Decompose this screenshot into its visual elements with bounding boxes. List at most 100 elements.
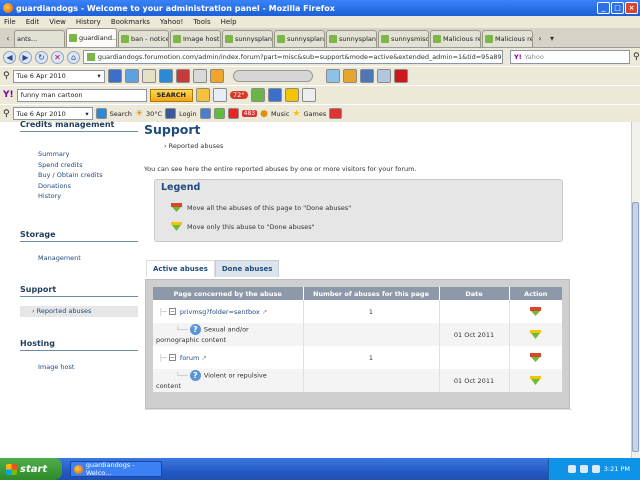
maximize-button[interactable]: □ xyxy=(611,2,624,14)
weather-icon[interactable]: ☀ xyxy=(135,109,143,119)
toolbar-app-icon[interactable] xyxy=(325,69,340,83)
games-star-icon[interactable]: ★ xyxy=(292,109,300,119)
tray-icon[interactable] xyxy=(579,465,588,473)
star-icon[interactable] xyxy=(209,69,224,83)
games-label[interactable]: Games xyxy=(304,110,327,118)
search-icon[interactable]: ⚲ xyxy=(3,109,10,119)
reload-button[interactable]: ↻ xyxy=(35,50,48,64)
tray-icon[interactable] xyxy=(591,465,600,473)
toolbar-app-icon[interactable] xyxy=(141,69,156,83)
browser-tab[interactable]: ants... xyxy=(14,30,65,47)
browser-tab[interactable]: sunnysplan2.... xyxy=(326,30,377,47)
taskbar-item-firefox[interactable]: guardiandogs - Welco... xyxy=(70,461,162,477)
music-label[interactable]: Music xyxy=(271,110,290,118)
sidebar-item-buy-credits[interactable]: Buy / Obtain credits xyxy=(20,170,138,181)
browser-tab[interactable]: sunnysplan.j... xyxy=(222,30,273,47)
media-player-controls[interactable] xyxy=(232,70,313,82)
toolbar-app-icon[interactable] xyxy=(359,69,374,83)
external-link-icon[interactable]: ↗ xyxy=(201,354,206,362)
magnifier-icon[interactable]: ⚲ xyxy=(3,71,10,81)
toolbar-app-icon[interactable] xyxy=(376,69,391,83)
toolbar-app-icon[interactable] xyxy=(250,88,265,102)
tab-scroll-right-icon[interactable]: › xyxy=(534,30,546,47)
minimize-button[interactable]: _ xyxy=(597,2,610,14)
tab-list-icon[interactable]: ▾ xyxy=(546,30,558,47)
browser-tab[interactable]: Malicious rep... xyxy=(430,30,481,47)
music-icon[interactable]: ● xyxy=(260,109,268,119)
menu-file[interactable]: File xyxy=(4,18,16,26)
toolbar-app-icon[interactable] xyxy=(393,69,408,83)
back-button[interactable]: ◀ xyxy=(3,50,16,64)
browser-tab[interactable]: sunnysmischi... xyxy=(378,30,429,47)
facebook-icon[interactable] xyxy=(165,108,177,119)
move-all-icon[interactable] xyxy=(529,306,542,317)
page-link[interactable]: forum xyxy=(180,354,199,362)
menu-edit[interactable]: Edit xyxy=(26,18,40,26)
menu-bookmarks[interactable]: Bookmarks xyxy=(111,18,150,26)
yahoo-search-input[interactable]: funny man cartoon xyxy=(16,88,147,102)
menu-help[interactable]: Help xyxy=(221,18,237,26)
toolbar-search-label[interactable]: Search xyxy=(110,110,132,118)
toolbar-app-icon[interactable] xyxy=(213,108,225,119)
close-window-button[interactable]: × xyxy=(625,2,638,14)
toolbar-app-icon[interactable] xyxy=(267,88,282,102)
weather-icon[interactable]: 72° xyxy=(230,91,248,99)
mail-icon[interactable] xyxy=(213,88,227,102)
move-one-icon[interactable] xyxy=(529,375,542,386)
url-bar[interactable]: guardiandogs.forumotion.com/admin/index.… xyxy=(83,50,503,64)
external-link-icon[interactable]: ↗ xyxy=(262,308,267,316)
menu-history[interactable]: History xyxy=(76,18,101,26)
weather-label[interactable]: 30°C xyxy=(146,110,162,118)
scrollbar-thumb[interactable] xyxy=(632,202,639,452)
toolbar-app-icon[interactable] xyxy=(192,69,207,83)
toolbar-app-icon[interactable] xyxy=(342,69,357,83)
toolbar-app-icon[interactable] xyxy=(329,108,343,119)
youtube-icon[interactable] xyxy=(227,108,239,119)
collapse-toggle-icon[interactable]: − xyxy=(168,308,176,315)
toolbar-app-icon[interactable] xyxy=(284,88,299,102)
start-button[interactable]: start xyxy=(0,458,62,480)
mail-icon[interactable] xyxy=(199,108,211,119)
browser-tab[interactable]: ban - notice xyxy=(118,30,169,47)
tab-active-abuses[interactable]: Active abuses xyxy=(146,260,215,277)
sidebar-item-spend-credits[interactable]: Spend credits xyxy=(20,160,138,171)
menu-view[interactable]: View xyxy=(49,18,66,26)
date-dropdown[interactable]: Tue 6 Apr 2010 ▾ xyxy=(12,69,105,83)
move-all-icon[interactable] xyxy=(529,352,542,363)
toolbar-app-icon[interactable] xyxy=(158,69,173,83)
forward-button[interactable]: ▶ xyxy=(19,50,32,64)
clock[interactable]: 3:21 PM xyxy=(604,465,630,473)
browser-tab-active[interactable]: guardiand...× xyxy=(66,28,117,47)
yahoo-search-button[interactable]: SEARCH xyxy=(149,88,193,102)
date-dropdown[interactable]: Tue 6 Apr 2010 ▾ xyxy=(12,107,93,120)
page-link[interactable]: privmsg?folder=sentbox xyxy=(180,308,260,316)
sidebar-item-reported-abuses[interactable]: › Reported abuses xyxy=(20,306,138,317)
toolbar-app-icon[interactable] xyxy=(196,88,210,102)
sidebar-item-summary[interactable]: Summary xyxy=(20,149,138,160)
sidebar-item-management[interactable]: Management xyxy=(20,253,138,264)
stop-button[interactable]: ✕ xyxy=(51,50,64,64)
vertical-scrollbar[interactable] xyxy=(631,122,640,458)
tab-scroll-left-icon[interactable]: ‹ xyxy=(2,30,14,47)
home-button[interactable]: ⌂ xyxy=(67,50,80,64)
login-label[interactable]: Login xyxy=(179,110,197,118)
menu-yahoo[interactable]: Yahoo! xyxy=(160,18,183,26)
tray-icon[interactable] xyxy=(567,465,576,473)
tab-done-abuses[interactable]: Done abuses xyxy=(214,260,280,277)
collapse-toggle-icon[interactable]: − xyxy=(168,354,176,361)
browser-tab[interactable]: sunnysplan.j... xyxy=(274,30,325,47)
notification-badge[interactable]: 483 xyxy=(241,110,258,117)
toolbar-app-icon[interactable] xyxy=(301,88,316,102)
sidebar-item-history[interactable]: History xyxy=(20,191,138,202)
browser-tab[interactable]: Malicious rep... xyxy=(482,30,533,47)
move-one-icon[interactable] xyxy=(529,329,542,340)
browser-search-input[interactable]: Y! Yahoo xyxy=(510,50,630,64)
search-icon[interactable]: ⚲ xyxy=(633,52,640,62)
toolbar-app-icon[interactable] xyxy=(175,69,190,83)
toolbar-app-icon[interactable] xyxy=(124,69,139,83)
sidebar-item-image-host[interactable]: Image host xyxy=(20,362,138,373)
sidebar-item-donations[interactable]: Donations xyxy=(20,181,138,192)
toolbar-app-icon[interactable] xyxy=(107,69,122,83)
toolbar-app-icon[interactable] xyxy=(95,108,107,119)
browser-tab[interactable]: Image hostin... xyxy=(170,30,221,47)
